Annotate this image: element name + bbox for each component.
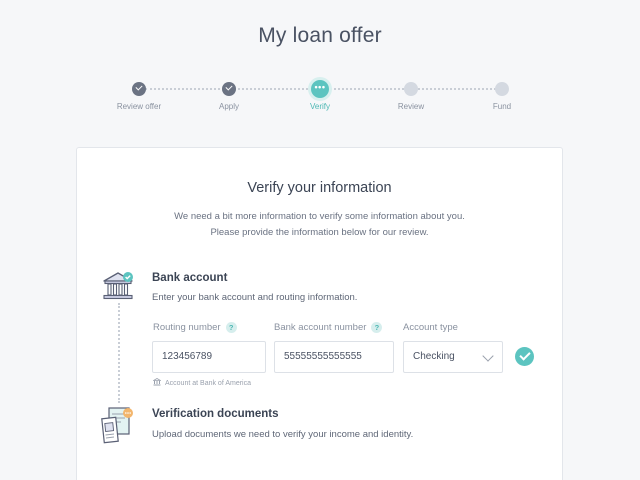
- documents-icon: [101, 407, 133, 444]
- bank-hint-text: Account at Bank of America: [165, 380, 251, 387]
- help-icon[interactable]: ?: [225, 322, 237, 333]
- check-icon: [222, 82, 236, 96]
- account-number-input[interactable]: 55555555555555: [274, 341, 394, 373]
- bank-icon: [103, 272, 133, 300]
- step-apply[interactable]: Apply: [184, 80, 274, 111]
- section-timeline: [118, 303, 120, 403]
- account-type-value: Checking: [413, 351, 455, 362]
- step-label: Review offer: [116, 102, 162, 111]
- account-type-select[interactable]: Checking: [403, 341, 503, 373]
- bank-hint: Account at Bank of America: [153, 378, 251, 387]
- check-icon: [132, 82, 146, 96]
- account-label-text: Bank account number: [274, 322, 367, 333]
- step-label: Review: [397, 102, 425, 111]
- routing-number-input[interactable]: 123456789: [152, 341, 266, 373]
- bank-icon: [153, 378, 161, 386]
- step-pending-dot: [404, 82, 418, 96]
- docs-section-title: Verification documents: [152, 408, 279, 420]
- step-label: Verify: [309, 102, 330, 111]
- progress-stepper: Review offer Apply ••• Verify Review Fun…: [0, 80, 640, 120]
- more-dots-icon: •••: [311, 80, 329, 98]
- step-fund[interactable]: Fund: [457, 80, 547, 111]
- step-label: Apply: [218, 102, 239, 111]
- check-icon: [515, 347, 534, 366]
- intro-line: Please provide the information below for…: [210, 227, 429, 238]
- page-title: My loan offer: [258, 24, 382, 47]
- help-icon[interactable]: ?: [371, 322, 383, 333]
- bank-section-description: Enter your bank account and routing info…: [152, 292, 358, 303]
- routing-number-label: Routing number?: [153, 322, 237, 333]
- routing-label-text: Routing number: [153, 322, 221, 333]
- step-review-offer[interactable]: Review offer: [94, 80, 184, 111]
- card-intro: We need a bit more information to verify…: [77, 209, 562, 241]
- docs-section-description: Upload documents we need to verify your …: [152, 429, 414, 440]
- card-title: Verify your information: [247, 180, 392, 196]
- intro-line: We need a bit more information to verify…: [174, 211, 465, 222]
- step-label: Fund: [492, 102, 512, 111]
- chevron-down-icon: [482, 350, 494, 362]
- verify-card: Verify your information We need a bit mo…: [76, 147, 563, 480]
- account-number-label: Bank account number?: [274, 322, 383, 333]
- account-type-label: Account type: [403, 322, 458, 333]
- step-pending-dot: [495, 82, 509, 96]
- step-review[interactable]: Review: [366, 80, 456, 111]
- step-verify[interactable]: ••• Verify: [275, 80, 365, 111]
- bank-section-title: Bank account: [152, 272, 228, 284]
